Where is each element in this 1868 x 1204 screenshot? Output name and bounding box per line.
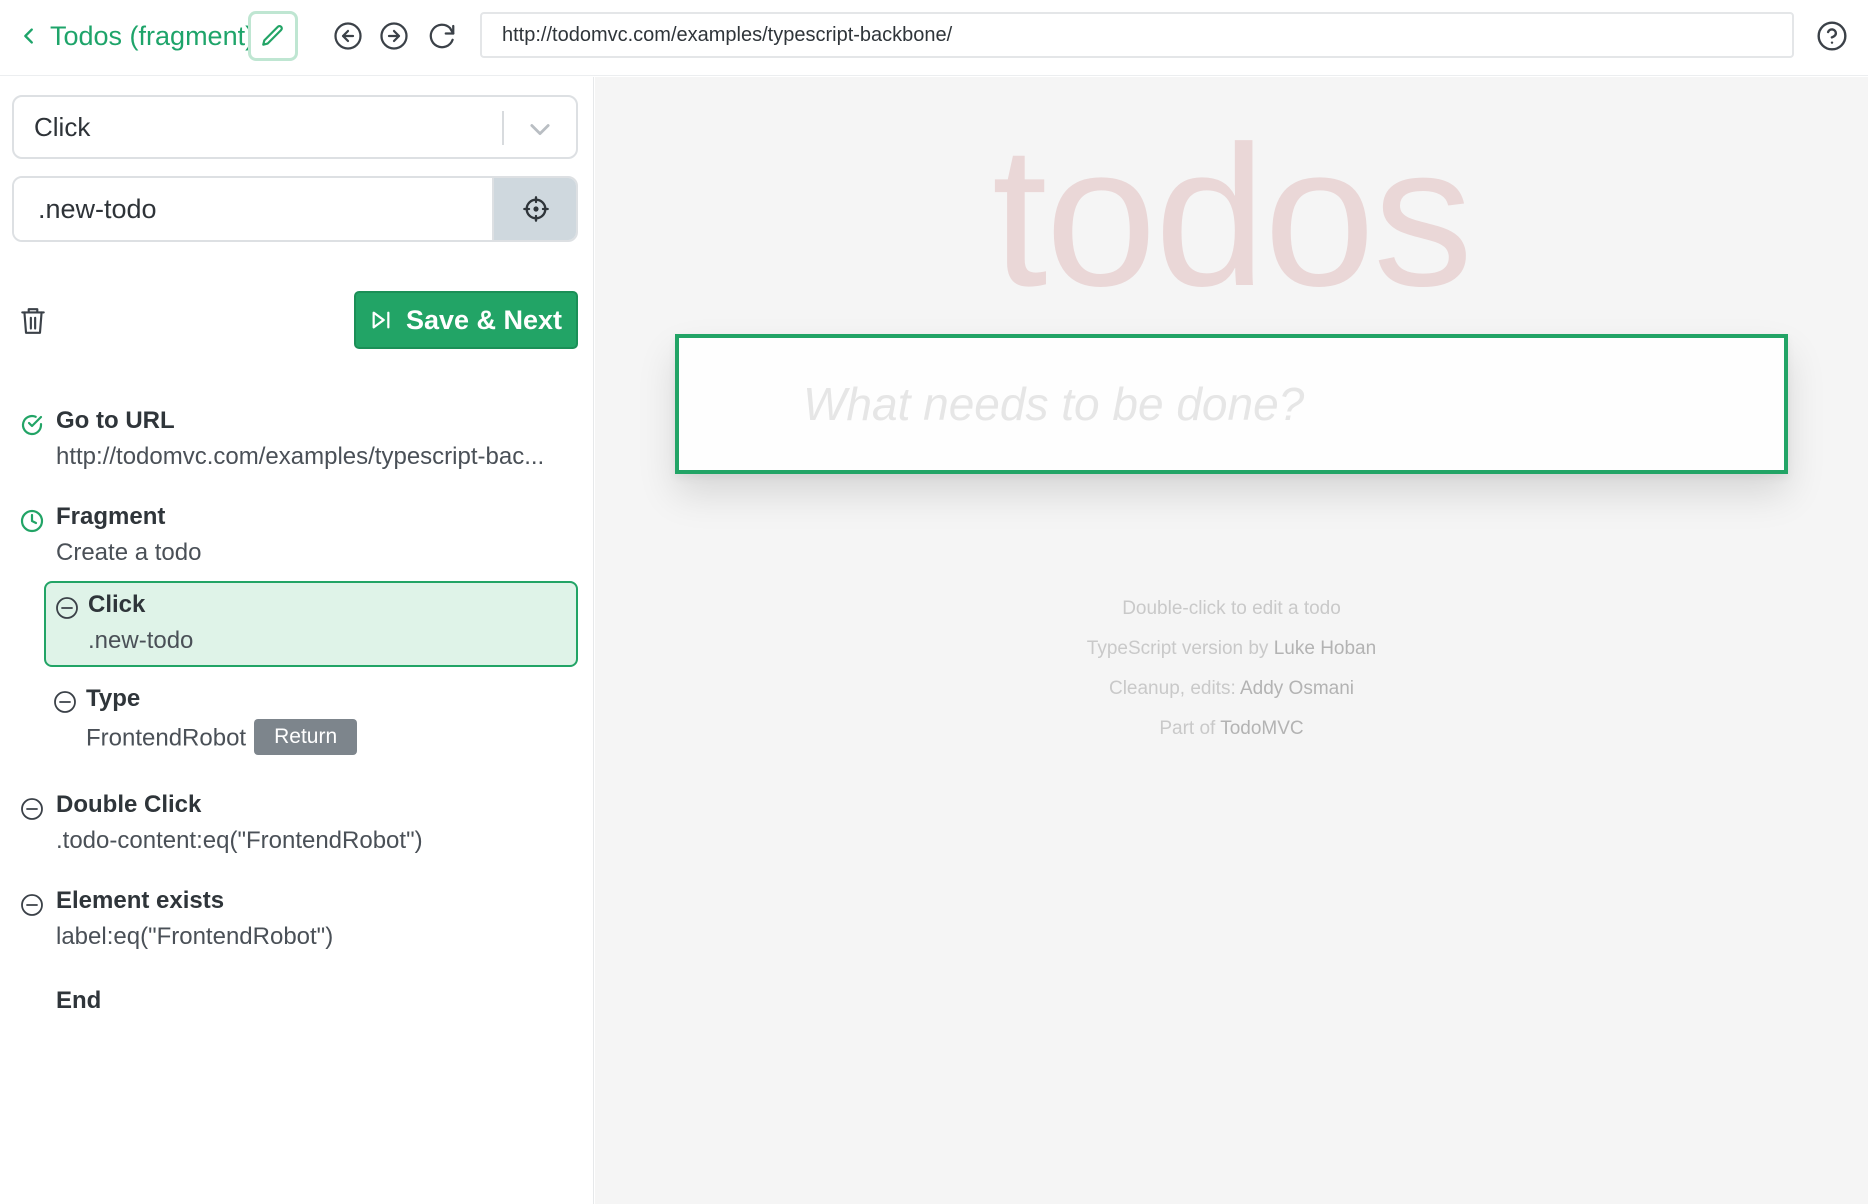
crosshair-icon (523, 196, 549, 222)
step-title: Fragment (56, 503, 166, 530)
chevron-left-icon (24, 28, 33, 44)
arrow-left-circle-icon (334, 22, 362, 50)
todos-heading: todos (991, 105, 1473, 328)
credit-prefix: Part of (1159, 718, 1221, 739)
step-detail: label:eq("FrontendRobot") (56, 923, 334, 950)
substep-detail: .new-todo (88, 627, 194, 654)
minus-circle-icon (56, 597, 78, 619)
selector-field (12, 176, 578, 242)
selector-input[interactable] (14, 178, 492, 240)
refresh-icon (429, 23, 455, 49)
author-link[interactable]: Luke Hoban (1274, 638, 1376, 659)
substep-title: Type (86, 685, 141, 712)
step-title: Go to URL (56, 407, 175, 434)
save-next-button[interactable]: Save & Next (354, 291, 578, 349)
key-badge: Return (254, 719, 358, 755)
chevron-down-icon[interactable] (526, 115, 554, 143)
step-detail: .todo-content:eq("FrontendRobot") (56, 827, 423, 854)
top-bar: Todos (fragment) http://todomvc.com/exam… (0, 0, 1868, 76)
step-title: Element exists (56, 887, 225, 914)
step-title: End (56, 987, 102, 1014)
substep-type[interactable]: Type FrontendRobot Return (44, 677, 578, 763)
info-credit-author: TypeScript version by Luke Hoban (595, 638, 1868, 660)
browser-forward-button[interactable] (378, 20, 410, 52)
arrow-right-circle-icon (380, 22, 408, 50)
info-edit-hint: Double-click to edit a todo (1122, 598, 1341, 619)
step-title: Double Click (56, 791, 202, 818)
credit-prefix: TypeScript version by (1086, 638, 1274, 659)
step-detail: http://todomvc.com/examples/typescript-b… (56, 443, 545, 470)
clock-icon (20, 509, 44, 533)
editor-link[interactable]: Addy Osmani (1240, 678, 1354, 699)
reload-button[interactable] (426, 20, 458, 52)
help-circle-icon[interactable] (1816, 20, 1848, 52)
info-part-of: Part of TodoMVC (595, 718, 1868, 740)
step-editor-sidebar: Click Save & Next Go to URL http://todom… (0, 77, 594, 1204)
credit-prefix: Cleanup, edits: (1108, 678, 1240, 699)
action-type-value: Click (34, 111, 91, 142)
browser-back-button[interactable] (332, 20, 364, 52)
pick-element-button[interactable] (492, 178, 576, 240)
pencil-icon (262, 25, 283, 46)
test-name: Todos (fragment) (50, 20, 255, 51)
back-link[interactable]: Todos (fragment) (18, 14, 254, 58)
new-todo-input[interactable] (679, 338, 1784, 470)
step-detail: Create a todo (56, 539, 202, 566)
url-text: http://todomvc.com/examples/typescript-b… (502, 23, 953, 46)
new-todo-highlight (675, 334, 1788, 474)
minus-circle-icon (54, 691, 76, 713)
url-bar[interactable]: http://todomvc.com/examples/typescript-b… (480, 12, 1794, 58)
substep-detail: FrontendRobot Return (86, 719, 358, 757)
info-credit-editor: Cleanup, edits: Addy Osmani (595, 678, 1868, 700)
check-circle-icon (21, 414, 43, 436)
action-type-select[interactable]: Click (12, 95, 578, 159)
save-next-label: Save & Next (405, 304, 563, 335)
edit-name-button[interactable] (248, 11, 298, 61)
todomvc-link[interactable]: TodoMVC (1220, 718, 1303, 739)
minus-circle-icon (21, 798, 43, 820)
substep-title: Click (88, 591, 146, 618)
substep-click[interactable]: Click .new-todo (44, 581, 578, 667)
select-divider (502, 111, 504, 145)
app-preview: todos Double-click to edit a todo TypeSc… (595, 77, 1868, 1204)
skip-forward-icon (372, 311, 390, 329)
trash-icon[interactable] (20, 306, 46, 336)
typed-text: FrontendRobot (86, 724, 247, 752)
minus-circle-icon (21, 894, 43, 916)
